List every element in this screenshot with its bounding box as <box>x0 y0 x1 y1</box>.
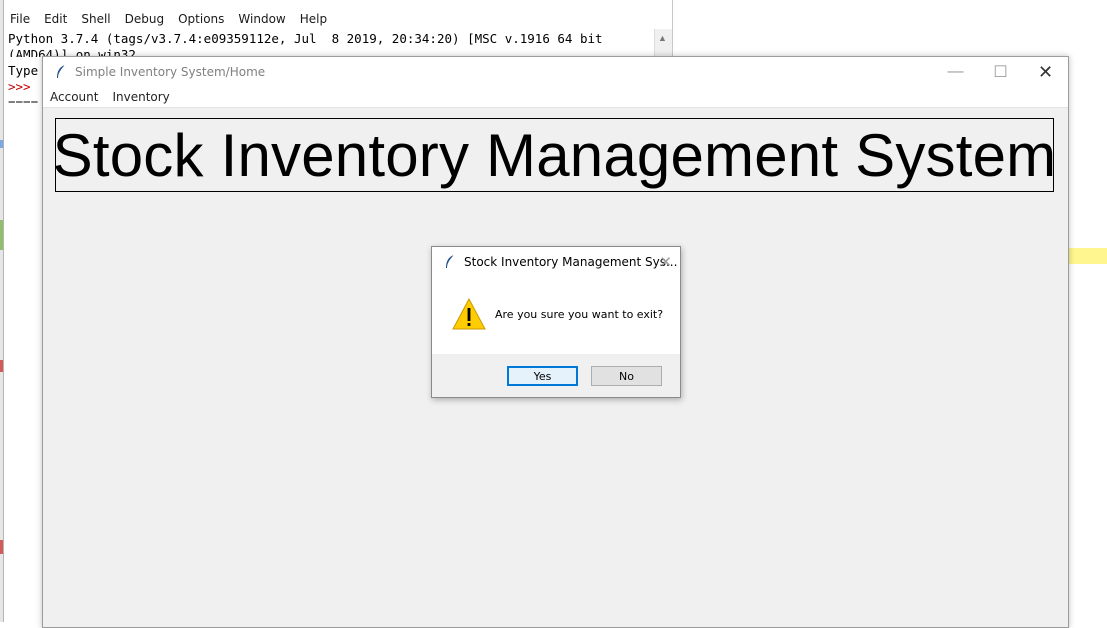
dialog-titlebar[interactable]: Stock Inventory Management Sys... ✕ <box>432 247 680 277</box>
dialog-content: Are you sure you want to exit? <box>432 277 680 354</box>
heading-label-box: Stock Inventory Management System <box>52 118 1057 192</box>
main-window-title: Simple Inventory System/Home <box>75 65 266 79</box>
yes-button[interactable]: Yes <box>507 366 578 386</box>
warning-icon <box>452 298 486 330</box>
tk-feather-icon <box>446 254 455 268</box>
edge-mark <box>0 360 3 372</box>
exit-confirm-dialog: Stock Inventory Management Sys... ✕ Are … <box>431 246 681 398</box>
dialog-close-icon[interactable]: ✕ <box>659 253 672 271</box>
edge-mark <box>0 540 3 554</box>
minimize-icon[interactable]: — <box>933 57 978 87</box>
idle-menu-shell[interactable]: Shell <box>74 12 117 26</box>
edge-mark <box>0 220 3 250</box>
tk-feather-icon <box>57 64 66 78</box>
idle-menu-window[interactable]: Window <box>231 12 292 26</box>
idle-menu-edit[interactable]: Edit <box>37 12 74 26</box>
menu-inventory[interactable]: Inventory <box>105 90 176 104</box>
idle-menubar: File Edit Shell Debug Options Window Hel… <box>3 9 672 29</box>
edge-mark <box>0 140 3 148</box>
shell-line-1: Python 3.7.4 (tags/v3.7.4:e09359112e, Ju… <box>8 31 603 46</box>
idle-menu-debug[interactable]: Debug <box>118 12 171 26</box>
page-title: Stock Inventory Management System <box>52 121 1057 189</box>
main-menubar: Account Inventory <box>43 87 1068 108</box>
idle-menu-options[interactable]: Options <box>171 12 231 26</box>
close-icon[interactable]: ✕ <box>1023 57 1068 87</box>
dialog-button-bar: Yes No <box>432 354 680 397</box>
idle-menu-file[interactable]: File <box>3 12 37 26</box>
scroll-up-icon[interactable]: ▲ <box>658 33 667 43</box>
main-titlebar[interactable]: Simple Inventory System/Home — ☐ ✕ <box>43 57 1068 87</box>
idle-left-edge <box>0 0 4 622</box>
no-button[interactable]: No <box>591 366 662 386</box>
dialog-title: Stock Inventory Management Sys... <box>464 255 678 269</box>
idle-menu-help[interactable]: Help <box>293 12 334 26</box>
menu-account[interactable]: Account <box>43 90 105 104</box>
highlight-strip <box>1068 248 1107 264</box>
maximize-icon[interactable]: ☐ <box>978 57 1023 87</box>
window-controls: — ☐ ✕ <box>933 57 1068 87</box>
dialog-message: Are you sure you want to exit? <box>495 308 664 321</box>
